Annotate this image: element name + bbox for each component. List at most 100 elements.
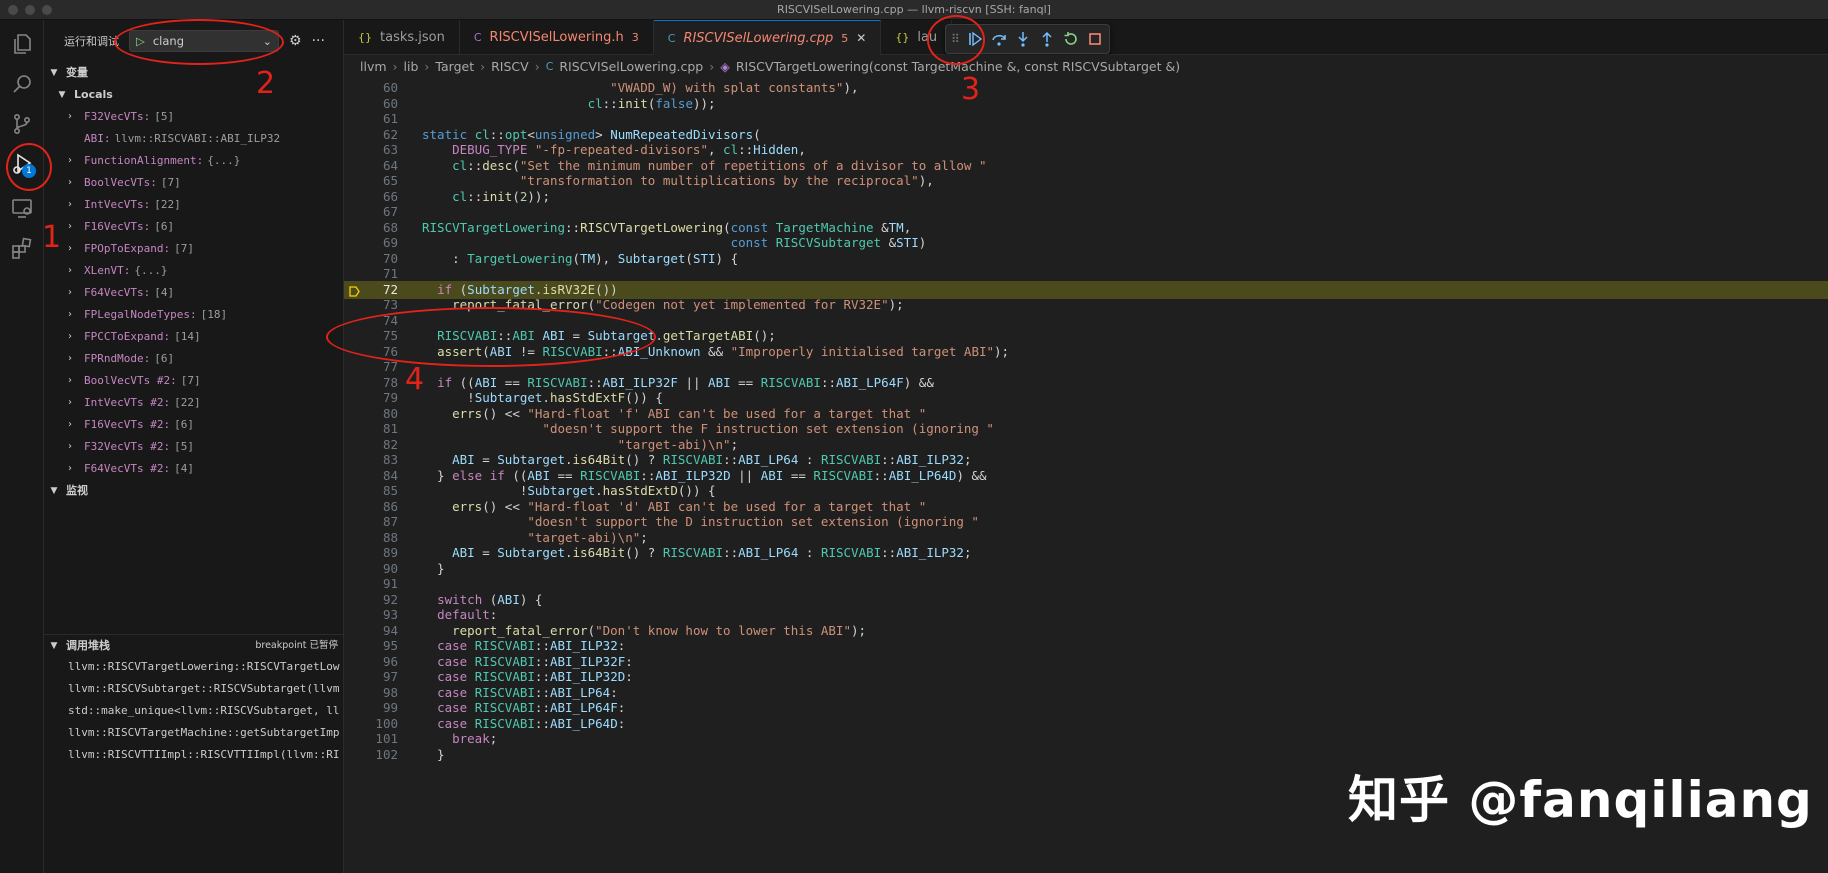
call-stack-header[interactable]: ▼ 调用堆栈 breakpoint 已暂停 — [44, 634, 344, 656]
step-out-button[interactable] — [1038, 28, 1056, 50]
source-control-icon[interactable] — [6, 108, 38, 140]
breadcrumb-item[interactable]: Target — [435, 59, 474, 74]
code-text: } — [422, 746, 445, 764]
variable-value: [5] — [174, 440, 194, 453]
more-actions-icon[interactable]: ··· — [312, 33, 325, 49]
chevron-right-icon: › — [68, 353, 72, 364]
close-window-button[interactable] — [8, 5, 18, 15]
code-token: report_fatal_error — [452, 622, 588, 638]
variable-row[interactable]: › IntVecVTs #2: [22] — [44, 392, 343, 414]
cpp-file-icon: C — [667, 31, 676, 45]
variable-row[interactable]: › BoolVecVTs: [7] — [44, 172, 343, 194]
code-token: default — [437, 607, 490, 622]
code-token: DEBUG_TYPE — [422, 142, 535, 157]
variable-row[interactable]: › FunctionAlignment: {...} — [44, 150, 343, 172]
breadcrumb-item[interactable]: RISCVISelLowering.cpp — [559, 59, 703, 74]
annotation-number-1: 1 — [42, 220, 62, 255]
code-editor[interactable]: 60 "VWADD_W) with splat constants"), 60 c… — [344, 77, 1828, 873]
code-token: : — [610, 684, 618, 700]
variables-section-header[interactable]: ▼ 变量 — [44, 62, 343, 84]
editor-tab[interactable]: C RISCVISelLowering.cpp 5 ✕ — [653, 20, 882, 55]
code-token: : — [489, 607, 498, 622]
variable-row[interactable]: › F16VecVTs: [6] — [44, 216, 343, 238]
editor-tab[interactable]: C RISCVISelLowering.h 3 — [460, 20, 654, 55]
code-token: unsigned — [534, 126, 596, 142]
chevron-right-icon — [68, 128, 80, 150]
editor-tab[interactable]: {} tasks.json — [344, 20, 460, 55]
locals-scope-header[interactable]: ▼ Locals — [44, 84, 343, 106]
variable-row[interactable]: › XLenVT: {...} — [44, 260, 343, 282]
variable-value: [14] — [174, 330, 201, 343]
code-token: :: — [640, 467, 656, 483]
chevron-right-icon: › — [68, 243, 72, 254]
code-token: RISCVABI — [820, 452, 882, 467]
annotation-circle-1 — [6, 143, 52, 191]
watch-section-header[interactable]: ▼ 监视 — [44, 480, 343, 502]
method-symbol-icon: ◈ — [720, 58, 730, 74]
remote-explorer-icon[interactable] — [6, 192, 38, 224]
variable-row[interactable]: › F64VecVTs: [4] — [44, 282, 343, 304]
variable-row[interactable]: › F16VecVTs #2: [6] — [44, 414, 343, 436]
breadcrumb-item[interactable]: lib — [404, 59, 419, 74]
call-stack-frame[interactable]: std::make_unique<llvm::RISCVSubtarget, l… — [44, 700, 344, 722]
step-into-button[interactable] — [1014, 28, 1032, 50]
code-token: cl — [474, 126, 490, 142]
code-token: :: — [534, 653, 550, 669]
variable-row[interactable]: ABI: llvm::RISCVABI::ABI_ILP32 — [44, 128, 343, 150]
code-token: RISCVABI — [474, 669, 535, 684]
code-token: RISCVABI — [474, 700, 535, 715]
code-token: ABI — [452, 545, 475, 560]
variable-name: FPOpToExpand: — [84, 242, 171, 255]
step-over-button[interactable] — [990, 28, 1008, 50]
gear-icon[interactable]: ⚙ — [289, 33, 302, 49]
explorer-icon[interactable] — [6, 28, 38, 60]
chevron-right-icon: › — [392, 58, 398, 74]
code-token: > — [595, 126, 611, 142]
code-token: :: — [534, 638, 550, 653]
minimize-window-button[interactable] — [25, 5, 35, 15]
breadcrumb-item[interactable]: RISCV — [491, 59, 529, 74]
cpp-file-icon: C — [545, 59, 554, 73]
code-token: ( — [753, 126, 761, 142]
breadcrumb-item[interactable]: llvm — [360, 59, 387, 74]
chevron-down-icon: ▼ — [50, 486, 58, 496]
variable-row[interactable]: › FPLegalNodeTypes: [18] — [44, 304, 343, 326]
variable-row[interactable]: › BoolVecVTs #2: [7] — [44, 370, 343, 392]
variable-row[interactable]: › F32VecVTs #2: [5] — [44, 436, 343, 458]
cpp-file-icon: C — [473, 31, 482, 44]
stop-button[interactable] — [1086, 28, 1104, 50]
call-stack-frame[interactable]: llvm::RISCVTTIImpl::RISCVTTIImpl(llvm::R… — [44, 744, 344, 766]
code-token: is64Bit — [572, 452, 626, 467]
code-token: : — [798, 545, 821, 560]
code-token: opt — [504, 126, 528, 142]
restart-button[interactable] — [1062, 28, 1080, 50]
code-token: ), — [843, 80, 859, 95]
code-token: TM — [580, 250, 596, 266]
search-icon[interactable] — [6, 68, 38, 100]
call-stack-frame[interactable]: llvm::RISCVSubtarget::RISCVSubtarget(llv… — [44, 678, 344, 700]
variable-row[interactable]: › F32VecVTs: [5] — [44, 106, 343, 128]
zoom-window-button[interactable] — [42, 5, 52, 15]
close-icon[interactable]: ✕ — [856, 31, 866, 45]
call-stack-frame[interactable]: llvm::RISCVTargetMachine::getSubtargetIm… — [44, 722, 344, 744]
tab-problem-count: 3 — [631, 31, 639, 44]
variable-row[interactable]: › FPCCToExpand: [14] — [44, 326, 343, 348]
variable-row[interactable]: › FPOpToExpand: [7] — [44, 238, 343, 260]
watermark-text: 知乎 @fanqiliang — [1348, 771, 1813, 829]
variable-row[interactable]: › F64VecVTs #2: [4] — [44, 458, 343, 480]
code-token: "doesn't support the D instruction set e… — [527, 514, 979, 529]
extensions-icon[interactable] — [6, 232, 38, 264]
variable-row[interactable]: › IntVecVTs: [22] — [44, 194, 343, 216]
call-stack-frame[interactable]: llvm::RISCVTargetLowering::RISCVTargetLo… — [44, 656, 344, 678]
window-controls[interactable] — [8, 5, 52, 15]
variable-row[interactable]: › FPRndMode: [6] — [44, 348, 343, 370]
code-token: getTargetABI — [662, 328, 754, 343]
